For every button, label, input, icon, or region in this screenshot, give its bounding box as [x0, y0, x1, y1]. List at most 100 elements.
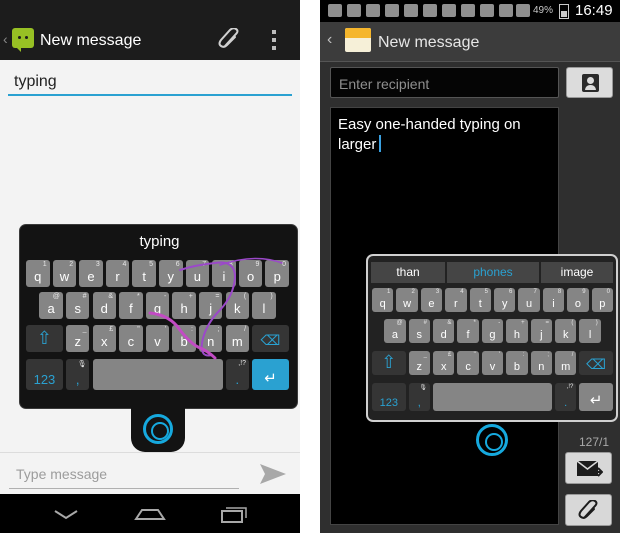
- key-secondary-label: ): [595, 320, 598, 326]
- messaging-app-icon[interactable]: [12, 28, 34, 52]
- key-f[interactable]: * f: [457, 319, 479, 343]
- key-t[interactable]: 5t: [132, 260, 156, 287]
- key-m[interactable]: / m: [225, 325, 250, 352]
- key-b[interactable]: :b: [506, 351, 528, 375]
- key-secondary-label: 0: [282, 261, 286, 268]
- symbols-key[interactable]: 123: [372, 383, 406, 411]
- key-c[interactable]: " c: [119, 325, 143, 352]
- space-key[interactable]: [92, 359, 223, 390]
- key-label: q: [379, 298, 386, 310]
- key-i[interactable]: 8i: [212, 260, 236, 287]
- shift-key[interactable]: ⇧: [372, 351, 406, 375]
- back-icon[interactable]: ‹: [3, 31, 8, 47]
- key-r[interactable]: 4r: [105, 260, 130, 287]
- key-n[interactable]: ; n: [530, 351, 552, 375]
- message-input[interactable]: Type message: [9, 461, 239, 489]
- period-key[interactable]: ,!?.: [555, 383, 577, 411]
- key-o[interactable]: 9o: [567, 288, 589, 312]
- comma-mic-key[interactable]: 🎙,: [65, 359, 90, 390]
- key-b[interactable]: :b: [172, 325, 196, 352]
- key-g[interactable]: -g: [145, 292, 170, 319]
- key-h[interactable]: + h: [172, 292, 196, 319]
- key-l[interactable]: ) l: [252, 292, 276, 319]
- key-k[interactable]: (k: [225, 292, 250, 319]
- key-v[interactable]: ' v: [481, 351, 504, 375]
- key-m[interactable]: / m: [555, 351, 577, 375]
- key-label: f: [466, 329, 470, 341]
- key-z[interactable]: _ z: [408, 351, 430, 375]
- paperclip-icon[interactable]: [217, 28, 243, 50]
- key-s[interactable]: # s: [408, 319, 430, 343]
- overflow-menu-icon[interactable]: [271, 30, 277, 50]
- action-bar: ‹ New message: [320, 22, 620, 62]
- enter-key[interactable]: ↵: [252, 359, 289, 390]
- key-t[interactable]: 5t: [469, 288, 491, 312]
- key-n[interactable]: ; n: [198, 325, 223, 352]
- delete-key[interactable]: ⌫: [579, 351, 613, 375]
- key-d[interactable]: & d: [92, 292, 117, 319]
- recent-apps-nav-icon[interactable]: [214, 502, 254, 526]
- key-e[interactable]: 3e: [420, 288, 443, 312]
- swype-logo-icon[interactable]: [476, 424, 508, 456]
- key-s[interactable]: # s: [65, 292, 90, 319]
- key-y[interactable]: 6y: [494, 288, 516, 312]
- key-i[interactable]: 8i: [542, 288, 565, 312]
- key-e[interactable]: 3e: [79, 260, 103, 287]
- signal-icon: [516, 4, 530, 17]
- period-key[interactable]: ,!?.: [225, 359, 250, 390]
- back-nav-icon[interactable]: [46, 502, 86, 526]
- key-h[interactable]: + h: [506, 319, 528, 343]
- key-w[interactable]: 2w: [396, 288, 418, 312]
- recipient-field[interactable]: typing: [8, 68, 292, 96]
- suggestion-phones[interactable]: phones: [447, 262, 539, 283]
- key-u[interactable]: 7u: [185, 260, 210, 287]
- key-u[interactable]: 7u: [518, 288, 540, 312]
- key-o[interactable]: 9o: [238, 260, 263, 287]
- key-secondary-label: =: [545, 320, 549, 326]
- key-label: h: [513, 329, 520, 341]
- envelope-icon[interactable]: [345, 28, 371, 52]
- key-r[interactable]: 4r: [445, 288, 467, 312]
- key-w[interactable]: 2w: [52, 260, 77, 287]
- key-label: ⌫: [260, 332, 281, 348]
- key-a[interactable]: @ a: [39, 292, 63, 319]
- key-p[interactable]: 0p: [265, 260, 289, 287]
- key-x[interactable]: £ x: [433, 351, 455, 375]
- key-p[interactable]: 0p: [591, 288, 613, 312]
- key-secondary-label: (: [571, 320, 574, 326]
- key-k[interactable]: (k: [555, 319, 577, 343]
- back-icon[interactable]: ‹: [327, 31, 332, 49]
- delete-key[interactable]: ⌫: [252, 325, 289, 352]
- key-l[interactable]: ) l: [579, 319, 601, 343]
- contact-card-icon: [582, 74, 599, 92]
- enter-key[interactable]: ↵: [579, 383, 613, 411]
- recipient-input[interactable]: Enter recipient: [330, 67, 559, 98]
- key-j[interactable]: = j: [198, 292, 223, 319]
- keyboard-dock-handle[interactable]: [131, 408, 185, 452]
- symbols-key[interactable]: 123: [26, 359, 63, 390]
- comma-mic-key[interactable]: 🎙,: [408, 383, 430, 411]
- key-z[interactable]: _ z: [65, 325, 90, 352]
- shift-key[interactable]: ⇧: [26, 325, 63, 352]
- key-q[interactable]: 1q: [26, 260, 50, 287]
- suggestion-word[interactable]: typing: [20, 233, 299, 250]
- key-q[interactable]: 1q: [372, 288, 394, 312]
- send-button[interactable]: [565, 452, 612, 484]
- contacts-button[interactable]: [566, 67, 613, 98]
- key-j[interactable]: = j: [530, 319, 552, 343]
- key-d[interactable]: & d: [433, 319, 455, 343]
- key-x[interactable]: £ x: [92, 325, 117, 352]
- suggestion-than[interactable]: than: [371, 262, 445, 283]
- key-c[interactable]: " c: [457, 351, 479, 375]
- home-nav-icon[interactable]: [130, 502, 170, 526]
- key-f[interactable]: * f: [119, 292, 143, 319]
- key-y[interactable]: 6y: [159, 260, 183, 287]
- key-v[interactable]: ' v: [145, 325, 170, 352]
- attach-button[interactable]: [565, 494, 612, 526]
- send-icon[interactable]: [258, 460, 288, 488]
- space-key[interactable]: [433, 383, 552, 411]
- key-label: i: [222, 269, 226, 284]
- key-a[interactable]: @ a: [384, 319, 406, 343]
- suggestion-image[interactable]: image: [541, 262, 613, 283]
- key-g[interactable]: -g: [481, 319, 504, 343]
